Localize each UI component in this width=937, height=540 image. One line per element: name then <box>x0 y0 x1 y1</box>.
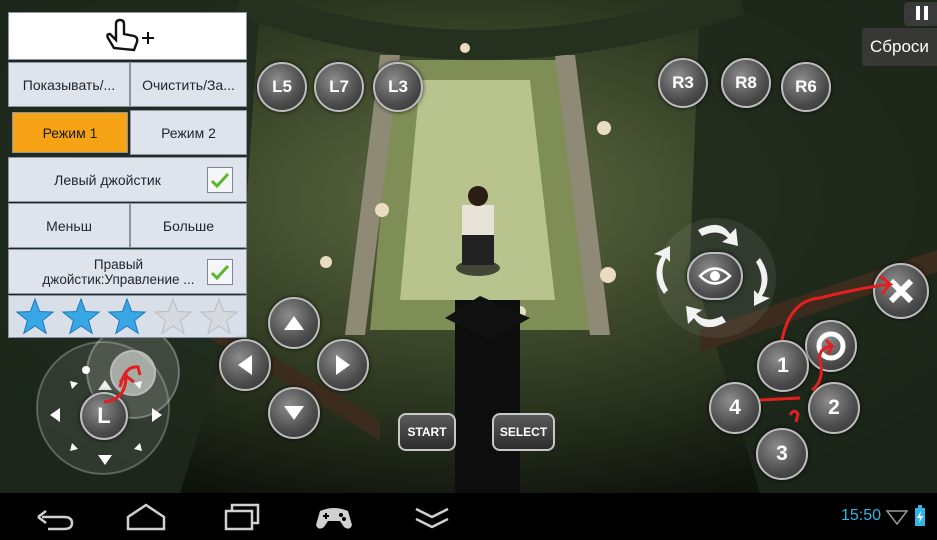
star-filled-icon[interactable] <box>107 297 146 335</box>
arrow-left-icon <box>238 355 252 375</box>
l7-button[interactable]: L7 <box>314 62 364 112</box>
android-nav-bar: 15:50 <box>0 493 937 540</box>
star-filled-icon[interactable] <box>15 297 54 335</box>
opacity-rating[interactable] <box>8 295 247 338</box>
checkmark-icon <box>210 172 230 188</box>
wifi-icon <box>886 510 908 525</box>
hand-pointer-icon <box>105 18 154 52</box>
pause-icon[interactable] <box>904 2 937 26</box>
checkmark-icon <box>210 264 230 280</box>
clock: 15:50 <box>840 507 881 524</box>
annotation-arrow-left <box>103 372 135 404</box>
hide-keyboard-icon[interactable] <box>412 501 452 531</box>
dpad-down-button[interactable] <box>268 387 320 439</box>
button-3[interactable]: 3 <box>756 428 808 480</box>
select-button[interactable]: SELECT <box>492 413 555 451</box>
dpad-left-button[interactable] <box>219 339 271 391</box>
reset-button[interactable]: Сброси <box>862 28 937 66</box>
left-joystick-label: Левый джойстик <box>54 171 161 188</box>
back-icon[interactable] <box>34 501 76 531</box>
star-filled-icon[interactable] <box>61 297 100 335</box>
right-joystick-label: Правый джойстик:Управление ... <box>42 256 195 287</box>
smaller-button[interactable]: Меньш <box>8 203 130 248</box>
r3-button[interactable]: R3 <box>658 58 708 108</box>
arrow-down-icon <box>284 406 304 420</box>
recent-apps-icon[interactable] <box>222 501 262 531</box>
battery-icon <box>915 505 925 526</box>
arrow-up-icon <box>284 316 304 330</box>
settings-panel: Показывать/... Очистить/За... Режим 1 Ре… <box>8 12 247 338</box>
star-empty-icon[interactable] <box>199 297 238 335</box>
right-joystick-checkbox[interactable] <box>207 259 233 285</box>
bigger-button[interactable]: Больше <box>130 203 247 248</box>
left-joystick-checkbox[interactable] <box>207 167 233 193</box>
r8-button[interactable]: R8 <box>721 58 771 108</box>
arrow-right-icon <box>336 355 350 375</box>
start-button[interactable]: START <box>398 413 456 451</box>
l5-button[interactable]: L5 <box>257 62 307 112</box>
show-hide-button[interactable]: Показывать/... <box>8 62 130 107</box>
star-empty-icon[interactable] <box>153 297 192 335</box>
gamepad-icon[interactable] <box>314 501 354 531</box>
home-icon[interactable] <box>124 501 168 531</box>
mode-1-button[interactable]: Режим 1 <box>12 112 128 153</box>
dpad-up-button[interactable] <box>268 297 320 349</box>
annotation-arrows-right <box>759 274 894 423</box>
l3-button[interactable]: L3 <box>373 62 423 112</box>
clear-button[interactable]: Очистить/За... <box>130 62 247 107</box>
dpad-right-button[interactable] <box>317 339 369 391</box>
r6-button[interactable]: R6 <box>781 62 831 112</box>
touch-mode-button[interactable] <box>8 12 247 60</box>
mode-2-button[interactable]: Режим 2 <box>130 110 247 155</box>
